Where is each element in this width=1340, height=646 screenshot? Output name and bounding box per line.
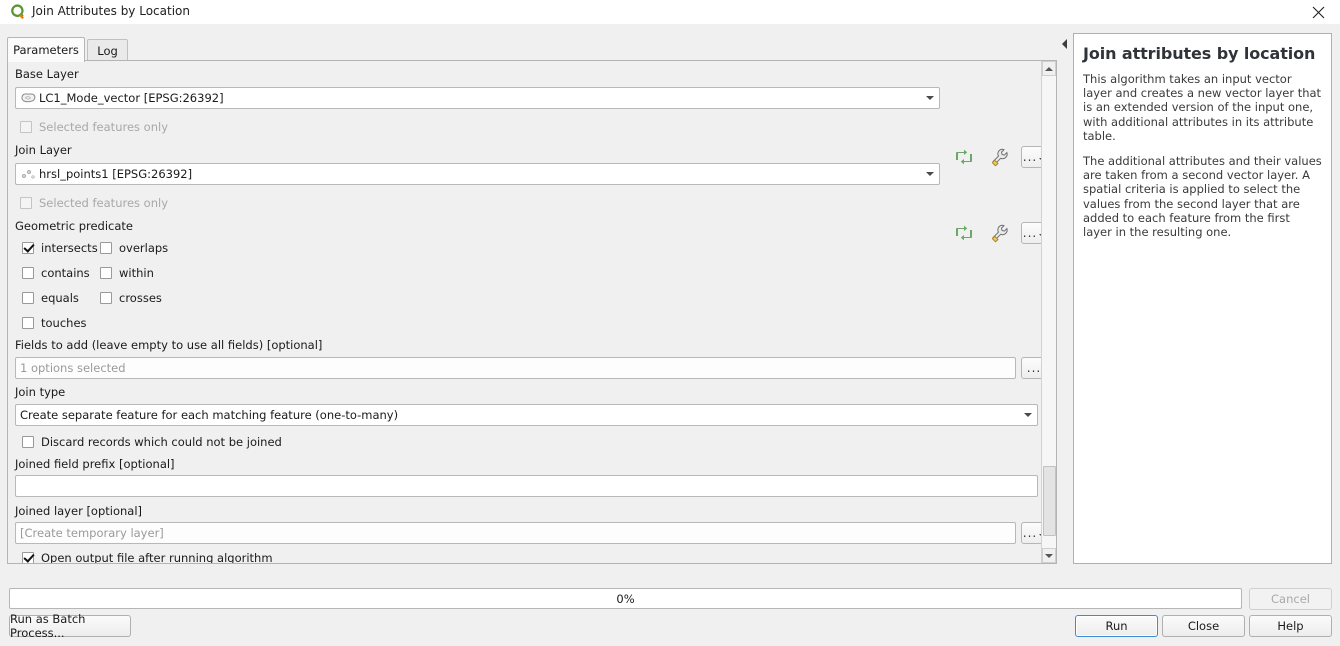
base-layer-browse-label: ... bbox=[1022, 150, 1038, 164]
joined-field-prefix-input[interactable] bbox=[15, 475, 1038, 497]
chevron-down-icon bbox=[926, 96, 934, 100]
tab-parameters[interactable]: Parameters bbox=[7, 37, 85, 62]
geometric-predicate-label: Geometric predicate bbox=[15, 219, 134, 233]
joined-layer-input[interactable]: [Create temporary layer] bbox=[15, 522, 1016, 544]
join-type-combo[interactable]: Create separate feature for each matchin… bbox=[15, 404, 1038, 426]
checkbox-box bbox=[22, 436, 34, 448]
chevron-down-icon bbox=[1024, 413, 1032, 417]
predicate-intersects-label: intersects bbox=[41, 241, 98, 255]
window-title: Join Attributes by Location bbox=[32, 4, 190, 18]
predicate-touches-label: touches bbox=[41, 316, 87, 330]
join-layer-selected-features-only-label: Selected features only bbox=[39, 196, 168, 210]
joined-layer-placeholder: [Create temporary layer] bbox=[20, 526, 164, 540]
predicate-contains-label: contains bbox=[41, 266, 90, 280]
join-layer-value: hrsl_points1 [EPSG:26392] bbox=[39, 167, 193, 181]
join-attributes-by-location-dialog: Join Attributes by Location Parameters L… bbox=[0, 0, 1340, 646]
predicate-equals-label: equals bbox=[41, 291, 79, 305]
predicate-overlaps-label: overlaps bbox=[119, 241, 169, 255]
run-label: Run bbox=[1105, 619, 1128, 633]
join-layer-browse-label: ... bbox=[1022, 226, 1038, 240]
progress-bar: 0% bbox=[9, 588, 1242, 609]
help-paragraph-2: The additional attributes and their valu… bbox=[1083, 154, 1322, 240]
polygon-layer-icon bbox=[20, 91, 37, 105]
base-layer-selected-features-only-label: Selected features only bbox=[39, 120, 168, 134]
join-layer-advanced-wrench-icon[interactable] bbox=[989, 221, 1013, 245]
join-layer-combo[interactable]: hrsl_points1 [EPSG:26392] bbox=[15, 163, 940, 185]
base-layer-combo[interactable]: LC1_Mode_vector [EPSG:26392] bbox=[15, 87, 940, 109]
joined-field-prefix-label: Joined field prefix [optional] bbox=[15, 457, 175, 471]
joined-layer-browse-label: ... bbox=[1022, 526, 1038, 540]
run-as-batch-process-button[interactable]: Run as Batch Process... bbox=[9, 612, 131, 640]
discard-records-checkbox[interactable]: Discard records which could not be joine… bbox=[22, 435, 282, 449]
chevron-up-icon bbox=[1045, 66, 1053, 71]
tab-parameters-label: Parameters bbox=[13, 43, 79, 57]
checkbox-box bbox=[22, 242, 34, 254]
fields-to-add-label: Fields to add (leave empty to use all fi… bbox=[15, 338, 323, 352]
checkbox-box bbox=[22, 552, 34, 563]
scroll-down-button[interactable] bbox=[1042, 548, 1056, 563]
base-layer-selected-features-only-checkbox[interactable]: Selected features only bbox=[20, 120, 168, 134]
collapse-left-icon[interactable] bbox=[1059, 36, 1069, 52]
parameters-panel: Base Layer LC1_Mode_vector [EPSG:26392] bbox=[7, 60, 1057, 564]
help-paragraph-1: This algorithm takes an input vector lay… bbox=[1083, 72, 1322, 143]
parameters-scrollbar[interactable] bbox=[1041, 61, 1056, 563]
predicate-within-label: within bbox=[119, 266, 154, 280]
fields-to-add-browse-label: ... bbox=[1026, 361, 1042, 375]
scrollbar-thumb[interactable] bbox=[1043, 466, 1056, 536]
close-button[interactable]: Close bbox=[1162, 615, 1245, 637]
discard-records-label: Discard records which could not be joine… bbox=[41, 435, 282, 449]
base-layer-value: LC1_Mode_vector [EPSG:26392] bbox=[39, 91, 224, 105]
parameters-scroll-content: Base Layer LC1_Mode_vector [EPSG:26392] bbox=[8, 61, 1047, 564]
point-layer-icon bbox=[20, 167, 37, 181]
open-output-file-label: Open output file after running algorithm bbox=[41, 551, 273, 564]
help-title: Join attributes by location bbox=[1083, 44, 1316, 63]
checkbox-box bbox=[20, 197, 32, 209]
chevron-down-icon bbox=[1045, 553, 1053, 558]
chevron-down-icon bbox=[926, 172, 934, 176]
run-as-batch-process-label: Run as Batch Process... bbox=[10, 612, 86, 640]
join-layer-iterate-icon[interactable] bbox=[952, 221, 976, 245]
title-bar: Join Attributes by Location bbox=[0, 0, 1340, 24]
tab-log[interactable]: Log bbox=[87, 39, 128, 62]
fields-to-add-input[interactable]: 1 options selected bbox=[15, 357, 1016, 379]
algorithm-help-panel: Join attributes by location This algorit… bbox=[1073, 33, 1332, 564]
base-layer-label: Base Layer bbox=[15, 67, 79, 81]
predicate-intersects-checkbox[interactable]: intersects bbox=[22, 241, 98, 255]
base-layer-iterate-icon[interactable] bbox=[952, 145, 976, 169]
progress-text: 0% bbox=[616, 591, 635, 606]
join-layer-label: Join Layer bbox=[15, 143, 72, 157]
checkbox-box bbox=[22, 292, 34, 304]
joined-layer-label: Joined layer [optional] bbox=[15, 504, 143, 518]
checkbox-box bbox=[22, 317, 34, 329]
close-label: Close bbox=[1187, 619, 1220, 633]
predicate-crosses-label: crosses bbox=[119, 291, 162, 305]
predicate-equals-checkbox[interactable]: equals bbox=[22, 291, 79, 305]
join-type-label: Join type bbox=[15, 385, 66, 399]
help-label: Help bbox=[1277, 619, 1304, 633]
join-type-value: Create separate feature for each matchin… bbox=[20, 408, 399, 422]
help-button[interactable]: Help bbox=[1249, 615, 1332, 637]
join-layer-selected-features-only-checkbox[interactable]: Selected features only bbox=[20, 196, 168, 210]
base-layer-advanced-wrench-icon[interactable] bbox=[989, 145, 1013, 169]
predicate-touches-checkbox[interactable]: touches bbox=[22, 316, 87, 330]
close-icon[interactable] bbox=[1296, 0, 1340, 24]
checkbox-box bbox=[22, 267, 34, 279]
qgis-logo-icon bbox=[9, 3, 26, 20]
open-output-file-checkbox[interactable]: Open output file after running algorithm bbox=[22, 551, 273, 564]
triangle-left-icon bbox=[1061, 39, 1067, 49]
predicate-overlaps-checkbox[interactable]: overlaps bbox=[100, 241, 168, 255]
checkbox-box bbox=[100, 292, 112, 304]
checkbox-box bbox=[20, 121, 32, 133]
predicate-contains-checkbox[interactable]: contains bbox=[22, 266, 90, 280]
scroll-up-button[interactable] bbox=[1042, 61, 1056, 76]
fields-to-add-value: 1 options selected bbox=[20, 361, 126, 375]
predicate-within-checkbox[interactable]: within bbox=[100, 266, 154, 280]
cancel-button[interactable]: Cancel bbox=[1249, 588, 1332, 610]
checkbox-box bbox=[100, 242, 112, 254]
tab-log-label: Log bbox=[97, 44, 118, 58]
checkbox-box bbox=[100, 267, 112, 279]
predicate-crosses-checkbox[interactable]: crosses bbox=[100, 291, 162, 305]
run-button[interactable]: Run bbox=[1075, 615, 1158, 637]
cancel-label: Cancel bbox=[1271, 592, 1310, 606]
